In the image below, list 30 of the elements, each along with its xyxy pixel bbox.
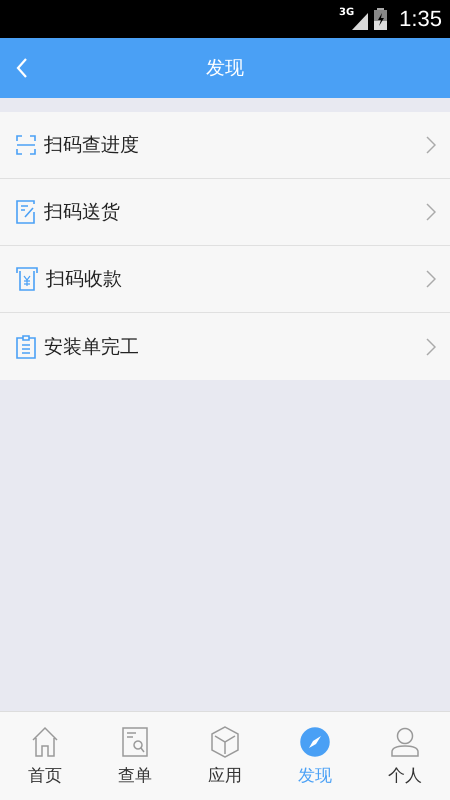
chevron-right-icon	[426, 338, 436, 356]
battery-icon	[374, 8, 388, 30]
menu-item[interactable]: 扫码收款	[0, 246, 450, 313]
edit-icon	[16, 200, 36, 224]
clock: 1:35	[399, 6, 442, 32]
menu-label: 扫码收款	[46, 267, 123, 292]
home-icon	[31, 726, 59, 758]
person-icon	[391, 726, 419, 758]
tab[interactable]: 查单	[90, 712, 180, 800]
menu-item[interactable]: 扫码送货	[0, 179, 450, 246]
menu-item[interactable]: 扫码查进度	[0, 112, 450, 179]
menu-label: 扫码查进度	[44, 133, 140, 158]
chevron-right-icon	[426, 203, 436, 221]
page-title: 发现	[206, 56, 244, 81]
tab[interactable]: 应用	[180, 712, 270, 800]
menu-item[interactable]: 安装单完工	[0, 313, 450, 380]
menu-label: 安装单完工	[44, 334, 140, 360]
clipboard-icon	[16, 334, 36, 358]
receipt-icon	[16, 267, 38, 291]
tab[interactable]: 首页	[0, 712, 90, 800]
chevron-right-icon	[426, 136, 436, 154]
document-search-icon	[122, 726, 148, 758]
tab[interactable]: 个人	[360, 712, 450, 800]
network-type: 3G	[339, 7, 354, 18]
back-icon[interactable]	[16, 57, 28, 79]
compass-icon	[300, 726, 330, 758]
chevron-right-icon	[426, 270, 436, 288]
scan-icon	[16, 135, 36, 155]
cube-icon	[211, 726, 239, 758]
menu-label: 扫码送货	[44, 200, 121, 225]
